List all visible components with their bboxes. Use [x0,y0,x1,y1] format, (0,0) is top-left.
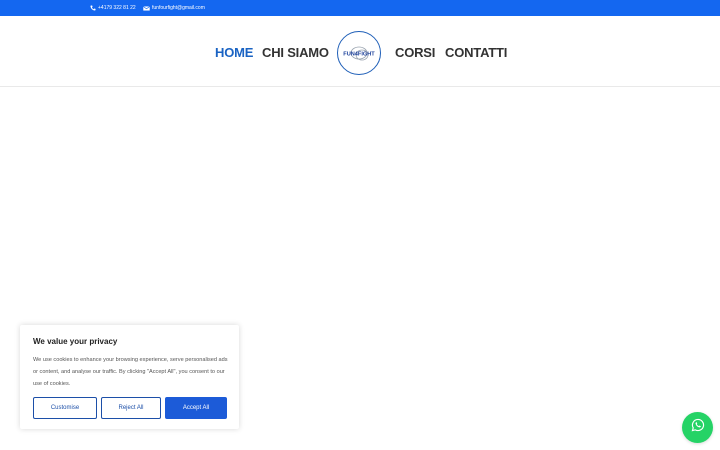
reject-all-button[interactable]: Reject All [101,397,161,419]
envelope-icon [143,5,150,11]
topbar-phone[interactable]: +4179 322 81 22 [90,5,136,11]
email-address: funfourfight@gmail.com [152,5,205,11]
nav-home[interactable]: HOME [215,45,253,60]
customise-button[interactable]: Customise [33,397,97,419]
topbar-email[interactable]: funfourfight@gmail.com [143,5,205,11]
phone-number: +4179 322 81 22 [98,5,136,11]
top-bar: +4179 322 81 22 funfourfight@gmail.com [0,0,720,16]
whatsapp-button[interactable] [682,412,713,443]
cookie-consent-banner: We value your privacy We use cookies to … [20,325,239,429]
logo-graphic: FUN4FIGHT [343,46,375,61]
phone-icon [90,5,96,11]
nav-chi-siamo[interactable]: CHI SIAMO [262,45,329,60]
accept-all-button[interactable]: Accept All [165,397,227,419]
logo-text: FUN4FIGHT [343,52,375,58]
site-logo[interactable]: FUN4FIGHT [337,31,381,75]
whatsapp-icon [691,418,705,437]
site-header: HOME CHI SIAMO FUN4FIGHT CORSI CONTATTI [0,16,720,87]
nav-corsi[interactable]: CORSI [395,45,435,60]
nav-contatti[interactable]: CONTATTI [445,45,507,60]
cookie-title: We value your privacy [33,337,118,346]
cookie-description: We use cookies to enhance your browsing … [33,357,228,387]
